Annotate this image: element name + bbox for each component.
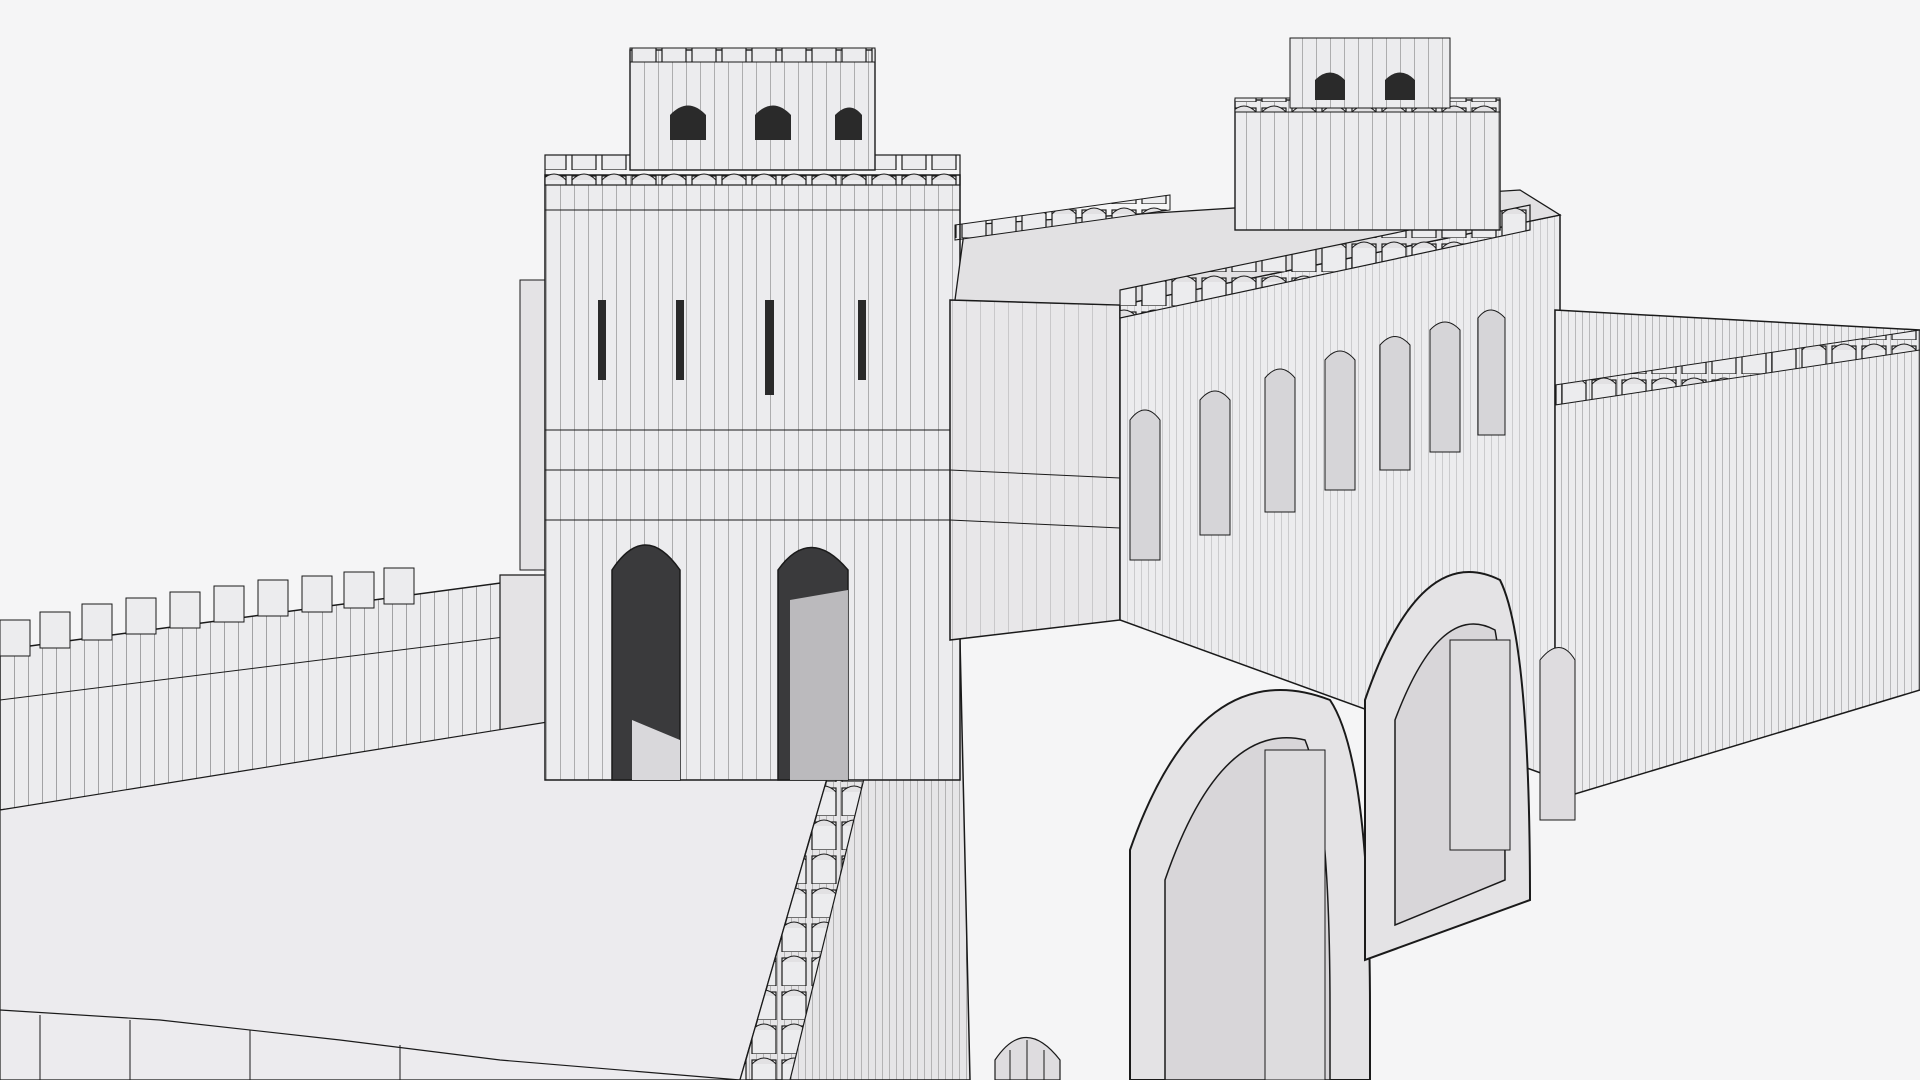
rose-window-ornament [994,1036,1061,1080]
right-rampart [1539,309,1920,821]
render-viewport [0,0,1920,1080]
left-round-tower [519,47,961,781]
right-round-tower [1234,37,1501,231]
fortress-wireframe-render [0,37,1920,1080]
gate-block [949,189,1562,1080]
